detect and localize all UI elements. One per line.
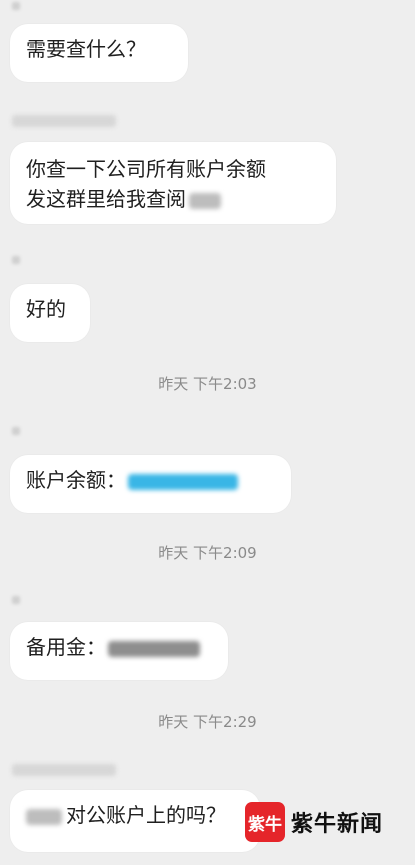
message-text-line: 你查一下公司所有账户余额 bbox=[26, 157, 266, 181]
zi-niu-logo-icon: 紫牛 bbox=[245, 802, 285, 842]
message-bubble[interactable]: 需要查什么？ bbox=[10, 24, 188, 82]
redacted-amount bbox=[108, 640, 200, 657]
zi-niu-news-watermark: 紫牛 紫牛新闻 bbox=[245, 802, 383, 842]
sender-name-redacted bbox=[12, 764, 116, 776]
timestamp: 昨天 下午2:09 bbox=[158, 544, 257, 562]
sender-name-redacted bbox=[12, 256, 20, 264]
sender-name-redacted bbox=[12, 427, 20, 435]
message-bubble[interactable]: 对公账户上的吗？ bbox=[10, 790, 260, 852]
message-text: 好的 bbox=[26, 297, 66, 321]
timestamp: 昨天 下午2:29 bbox=[158, 713, 257, 731]
timestamp: 昨天 下午2:03 bbox=[158, 375, 257, 393]
sender-name-redacted bbox=[12, 115, 116, 127]
message-text: 对公账户上的吗？ bbox=[26, 800, 244, 830]
redacted-text bbox=[26, 808, 62, 825]
message-bubble[interactable]: 你查一下公司所有账户余额 发这群里给我查阅 bbox=[10, 142, 336, 224]
message-bubble[interactable]: 备用金： bbox=[10, 622, 228, 680]
redacted-text bbox=[189, 192, 221, 209]
sender-name-redacted bbox=[12, 596, 20, 604]
message-bubble[interactable]: 账户余额： bbox=[10, 455, 291, 513]
message-text-line: 发这群里给我查阅 bbox=[26, 184, 320, 214]
redacted-balance-link[interactable] bbox=[128, 473, 238, 490]
sender-name-redacted bbox=[12, 2, 20, 10]
watermark-text: 紫牛新闻 bbox=[291, 811, 384, 837]
message-text: 备用金： bbox=[26, 632, 212, 662]
message-text: 需要查什么？ bbox=[26, 37, 146, 61]
message-bubble[interactable]: 好的 bbox=[10, 284, 90, 342]
message-text: 账户余额： bbox=[26, 465, 275, 495]
